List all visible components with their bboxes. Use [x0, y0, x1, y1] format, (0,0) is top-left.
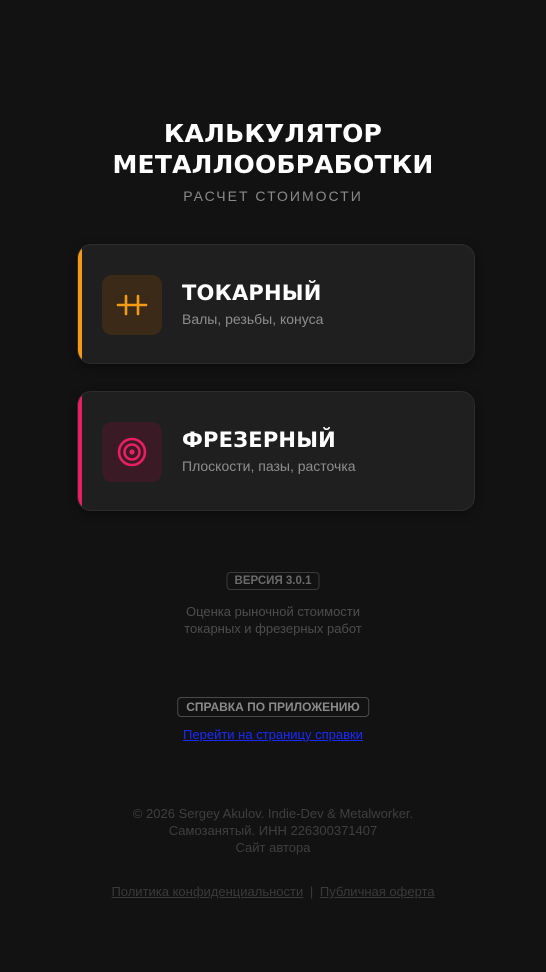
- milling-card-title: ФРЕЗЕРНЫЙ: [182, 428, 336, 452]
- public-offer-link[interactable]: Публичная оферта: [320, 884, 435, 899]
- footer: © 2026 Sergey Akulov. Indie-Dev & Metalw…: [0, 805, 546, 856]
- page-title: КАЛЬКУЛЯТОР МЕТАЛЛООБРАБОТКИ: [0, 118, 546, 180]
- page-subtitle: РАСЧЕТ СТОИМОСТИ: [183, 188, 363, 204]
- help-link-container: Перейти на страницу справки: [0, 727, 546, 742]
- title-line-1: КАЛЬКУЛЯТОР: [163, 119, 383, 148]
- copyright-text: © 2026 Sergey Akulov. Indie-Dev & Metalw…: [132, 806, 414, 821]
- help-page-link[interactable]: Перейти на страницу справки: [183, 727, 363, 742]
- lathe-card-subtitle: Валы, резьбы, конуса: [182, 311, 324, 327]
- version-badge: ВЕРСИЯ 3.0.1: [226, 572, 320, 590]
- help-badge: СПРАВКА ПО ПРИЛОЖЕНИЮ: [177, 697, 369, 717]
- privacy-policy-link[interactable]: Политика конфиденциальности: [111, 884, 303, 899]
- version-desc-line-1: Оценка рыночной стоимости: [185, 604, 361, 619]
- target-icon: [117, 437, 147, 467]
- header: КАЛЬКУЛЯТОР МЕТАЛЛООБРАБОТКИ РАСЧЕТ СТОИ…: [0, 118, 546, 204]
- page: КАЛЬКУЛЯТОР МЕТАЛЛООБРАБОТКИ РАСЧЕТ СТОИ…: [0, 0, 546, 972]
- legal-separator: |: [309, 884, 314, 899]
- milling-icon-box: [102, 422, 162, 482]
- milling-card-subtitle: Плоскости, пазы, расточка: [182, 458, 356, 474]
- milling-card[interactable]: ФРЕЗЕРНЫЙ Плоскости, пазы, расточка: [77, 391, 475, 511]
- milling-accent-bar: [78, 392, 82, 510]
- inn-text: Самозанятый. ИНН 226300371407: [168, 823, 378, 838]
- lathe-card-title: ТОКАРНЫЙ: [182, 281, 322, 305]
- legal-links: Политика конфиденциальности | Публичная …: [0, 884, 546, 899]
- title-line-2: МЕТАЛЛООБРАБОТКИ: [112, 150, 434, 179]
- version-desc-line-2: токарных и фрезерных работ: [184, 621, 362, 636]
- lathe-icon: [116, 294, 148, 316]
- lathe-card[interactable]: ТОКАРНЫЙ Валы, резьбы, конуса: [77, 244, 475, 364]
- lathe-accent-bar: [78, 245, 82, 363]
- lathe-icon-box: [102, 275, 162, 335]
- author-site-link[interactable]: Сайт автора: [236, 840, 311, 855]
- version-description: Оценка рыночной стоимости токарных и фре…: [0, 603, 546, 637]
